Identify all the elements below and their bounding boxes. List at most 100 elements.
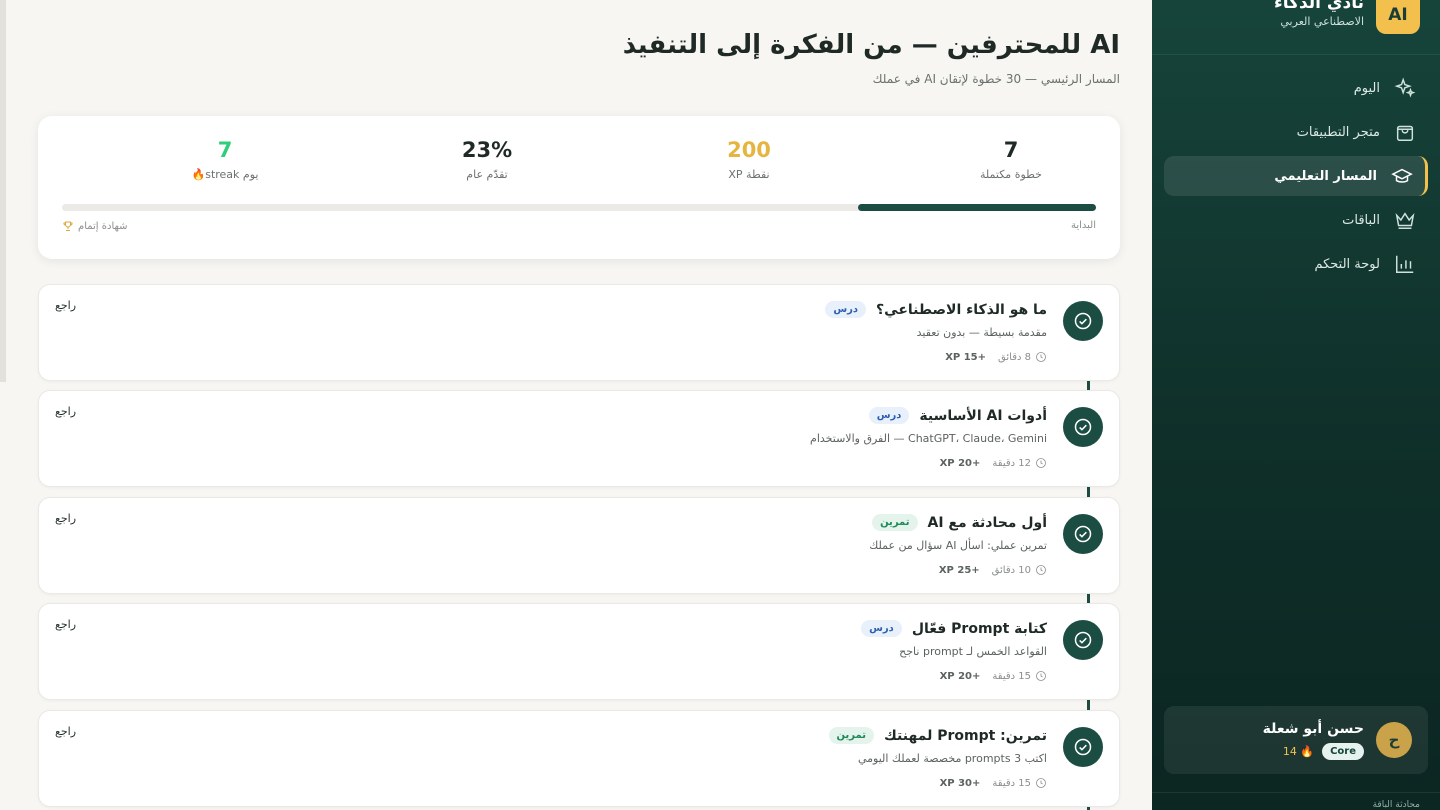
step-xp: +25 XP (938, 564, 980, 576)
stat-xp-points: 200 نقطة XP (674, 138, 824, 181)
step-xp: +30 XP (939, 777, 981, 789)
stat-label: نقطة XP (728, 168, 770, 181)
step-description: مقدمة بسيطة — بدون تعقيد (916, 326, 1047, 339)
review-button[interactable]: راجع (55, 299, 76, 312)
review-button[interactable]: راجع (55, 405, 76, 418)
brand[interactable]: AI نادي الذكاء الاصطناعي العربي (1274, 0, 1420, 34)
stat-value: 7 (1003, 138, 1019, 162)
nav-item-today[interactable]: اليوم (1164, 68, 1428, 108)
graduation-cap-icon (1391, 168, 1413, 183)
user-name: حسن أبو شعلة (1262, 720, 1364, 737)
step-complete-indicator (1063, 301, 1103, 341)
clock-icon (1036, 671, 1046, 681)
step-type-badge: تمرين (828, 727, 874, 744)
check-circle-icon (1074, 312, 1092, 330)
progress-fill (858, 204, 1096, 211)
step-card[interactable]: ما هو الذكاء الاصطناعي؟ درس مقدمة بسيطة … (38, 284, 1120, 381)
nav-label: لوحة التحكم (1314, 256, 1380, 272)
step-complete-indicator (1063, 620, 1103, 660)
nav-label: الباقات (1342, 212, 1380, 228)
step-card[interactable]: كتابة Prompt فعّال درس القواعد الخمس لـ … (38, 603, 1120, 700)
progress-end-label: شهادة إتمام (62, 220, 128, 232)
stats-card: 7 خطوة مكتملة 200 نقطة XP 23% تقدّم عام … (38, 116, 1120, 259)
duration-text: 15 دقيقة (992, 670, 1031, 682)
sidebar: AI نادي الذكاء الاصطناعي العربي اليوم مت… (1152, 0, 1440, 810)
review-button[interactable]: راجع (55, 725, 76, 738)
brand-subtitle: الاصطناعي العربي (1280, 14, 1364, 28)
nav-item-dashboard[interactable]: لوحة التحكم (1164, 244, 1428, 284)
check-circle-icon (1074, 631, 1092, 649)
footer-text: محادثة الباقة (1372, 800, 1420, 810)
stat-label: يوم streak🔥 (191, 168, 259, 181)
stat-value: 200 (727, 138, 771, 162)
check-circle-icon (1074, 525, 1092, 543)
step-title: أدوات AI الأساسية (919, 407, 1047, 424)
stat-streak: 7 يوم streak🔥 (150, 138, 300, 181)
step-card[interactable]: أدوات AI الأساسية درس ChatGPT، Claude، G… (38, 390, 1120, 487)
sidebar-nav: اليوم متجر التطبيقات المسار التعليمي الب… (1164, 68, 1428, 288)
step-card[interactable]: أول محادثة مع AI تمرين تمرين عملي: اسأل … (38, 497, 1120, 594)
step-description: تمرين عملي: اسأل AI سؤال من عملك (869, 539, 1047, 552)
page-subtitle: المسار الرئيسي — 30 خطوة لإتقان AI في عم… (872, 72, 1120, 86)
step-type-badge: تمرين (872, 514, 918, 531)
shopping-bag-icon (1396, 125, 1414, 141)
progress-start-label: البداية (1070, 220, 1096, 231)
step-type-badge: درس (861, 620, 902, 637)
step-title: تمرين: Prompt لمهنتك (883, 727, 1047, 744)
step-xp: +20 XP (939, 457, 981, 469)
scrollbar[interactable] (0, 0, 6, 382)
step-description: القواعد الخمس لـ prompt ناجح (899, 645, 1047, 658)
avatar: ح (1376, 722, 1412, 758)
stat-overall-progress: 23% تقدّم عام (412, 138, 562, 181)
stat-label: خطوة مكتملة (980, 168, 1042, 181)
stat-value: 7 (217, 138, 233, 162)
nav-label: المسار التعليمي (1274, 168, 1377, 184)
review-button[interactable]: راجع (55, 618, 76, 631)
step-complete-indicator (1063, 514, 1103, 554)
duration-text: 10 دقائق (991, 564, 1031, 576)
step-title: كتابة Prompt فعّال (911, 620, 1047, 637)
step-complete-indicator (1063, 727, 1103, 767)
step-type-badge: درس (868, 407, 910, 424)
crown-icon (1395, 212, 1415, 229)
step-duration: 10 دقائق (992, 564, 1047, 576)
step-xp: +15 XP (945, 351, 987, 363)
check-circle-icon (1074, 738, 1092, 756)
step-xp: +20 XP (939, 670, 981, 682)
nav-item-plans[interactable]: الباقات (1164, 200, 1428, 240)
divider (1152, 54, 1440, 55)
sparkles-icon (1394, 77, 1416, 98)
step-card[interactable]: تمرين: Prompt لمهنتك تمرين اكتب 3 prompt… (38, 710, 1120, 807)
stat-label: تقدّم عام (466, 168, 508, 181)
duration-text: 8 دقائق (998, 351, 1031, 363)
bar-chart-icon (1396, 255, 1414, 273)
points-count: 🔥 14 (1282, 744, 1315, 758)
brand-logo: AI (1376, 0, 1420, 34)
check-circle-icon (1074, 418, 1092, 436)
nav-item-learning-path[interactable]: المسار التعليمي (1164, 156, 1428, 196)
step-duration: 15 دقيقة (992, 777, 1047, 789)
step-title: ما هو الذكاء الاصطناعي؟ (876, 301, 1047, 318)
step-duration: 12 دقيقة (992, 457, 1047, 469)
duration-text: 12 دقيقة (992, 457, 1031, 469)
step-description: اكتب 3 prompts مخصصة لعملك اليومي (857, 752, 1047, 765)
trophy-icon (63, 221, 73, 231)
clock-icon (1036, 565, 1046, 575)
divider (1152, 792, 1440, 793)
nav-item-app-store[interactable]: متجر التطبيقات (1164, 112, 1428, 152)
step-description: ChatGPT، Claude، Gemini — الفرق والاستخد… (810, 432, 1047, 445)
stat-value: 23% (461, 138, 513, 162)
nav-label: اليوم (1353, 80, 1380, 96)
step-duration: 15 دقيقة (992, 670, 1047, 682)
step-complete-indicator (1063, 407, 1103, 447)
step-duration: 8 دقائق (998, 351, 1047, 363)
step-title: أول محادثة مع AI (927, 514, 1048, 531)
page-title: AI للمحترفين — من الفكرة إلى التنفيذ (622, 30, 1120, 60)
clock-icon (1036, 778, 1046, 788)
clock-icon (1036, 458, 1046, 468)
fire-icon: 🔥 (1300, 744, 1315, 758)
certificate-label: شهادة إتمام (78, 220, 128, 232)
user-card[interactable]: ح حسن أبو شعلة Core 🔥 14 (1164, 706, 1428, 774)
review-button[interactable]: راجع (55, 512, 76, 525)
duration-text: 15 دقيقة (992, 777, 1031, 789)
